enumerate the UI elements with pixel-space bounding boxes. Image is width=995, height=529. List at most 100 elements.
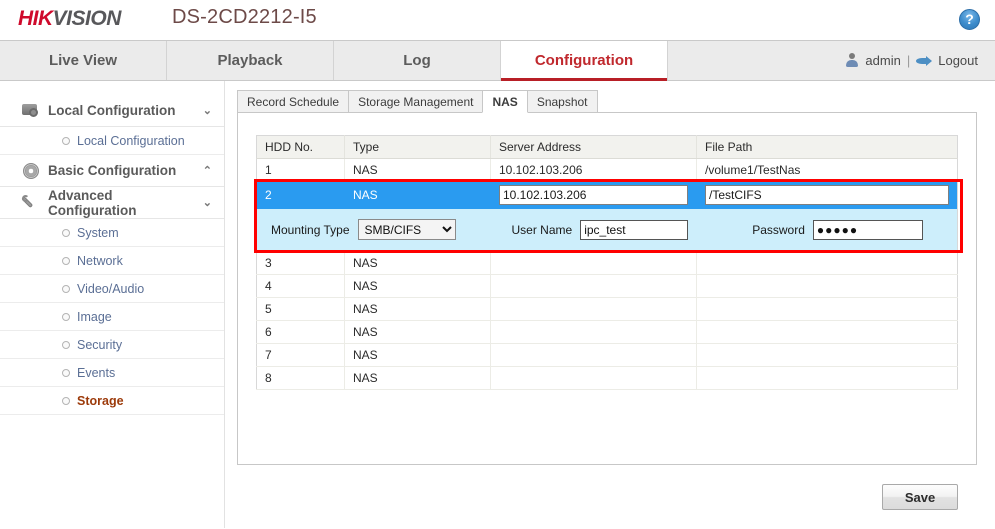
nav-tab-label: Playback: [217, 52, 283, 69]
table-row[interactable]: 4 NAS: [256, 274, 958, 298]
cell-type: NAS: [344, 366, 491, 390]
nav-tab-playback[interactable]: Playback: [167, 41, 334, 80]
cell-server-address: [490, 320, 697, 344]
nas-table: HDD No. Type Server Address File Path 1N…: [256, 135, 958, 390]
nav-tab-live-view[interactable]: Live View: [0, 41, 167, 80]
sidebar-item-video-audio[interactable]: Video/Audio: [0, 275, 224, 303]
cell-server-address[interactable]: [490, 181, 697, 209]
cell-hdd-no: 1: [256, 158, 345, 182]
page-body: Local Configuration ⌄ Local Configuration B…: [0, 81, 995, 528]
tab-label: Storage Management: [358, 94, 474, 109]
logout-link[interactable]: Logout: [938, 53, 978, 68]
bullet-icon: [62, 340, 70, 349]
nav-tab-label: Log: [403, 52, 431, 69]
tab-label: NAS: [492, 94, 518, 109]
mounting-type-select[interactable]: SMB/CIFSNFS: [357, 219, 456, 240]
cell-hdd-no: 3: [256, 251, 345, 275]
sidebar-item-label: Security: [77, 337, 123, 352]
nav-tab-label: Configuration: [534, 52, 634, 69]
bullet-icon: [62, 368, 70, 377]
tab-snapshot[interactable]: Snapshot: [526, 90, 598, 113]
table-header-row: HDD No. Type Server Address File Path: [256, 135, 958, 159]
cell-type: NAS: [344, 251, 491, 275]
device-model: DS-2CD2212-I5: [172, 6, 317, 28]
nav-tab-configuration[interactable]: Configuration: [501, 41, 668, 81]
sidebar-group-label: Basic Configuration: [48, 163, 177, 178]
sidebar-item-label: Image: [77, 309, 112, 324]
table-row[interactable]: 3 NAS: [256, 251, 958, 275]
current-user-label: admin: [865, 53, 901, 68]
chevron-down-icon[interactable]: ⌄: [203, 196, 212, 209]
help-icon[interactable]: ?: [959, 9, 980, 30]
user-name-label: User Name: [511, 222, 573, 237]
sidebar-group-local-configuration[interactable]: Local Configuration ⌄: [0, 95, 224, 127]
table-row-selected[interactable]: 2 NAS: [256, 181, 958, 209]
sidebar-item-image[interactable]: Image: [0, 303, 224, 331]
cell-type: NAS: [344, 274, 491, 298]
cell-server-address: [490, 251, 697, 275]
user-name-input[interactable]: [580, 219, 689, 240]
sidebar-item-security[interactable]: Security: [0, 331, 224, 359]
gear-icon: [22, 162, 40, 180]
table-row[interactable]: 6 NAS: [256, 320, 958, 344]
bullet-icon: [62, 396, 70, 405]
cell-type: NAS: [344, 158, 491, 182]
wrench-icon: [21, 194, 40, 212]
main-navigation: Live View Playback Log Configuration admin …: [0, 40, 995, 81]
cell-file-path[interactable]: [696, 181, 958, 209]
table-row[interactable]: 1 NAS 10.102.103.206/volume1/TestNas: [256, 158, 958, 182]
col-header-file-path: File Path: [696, 135, 958, 159]
tab-record-schedule[interactable]: Record Schedule: [237, 90, 350, 113]
tab-nas[interactable]: NAS: [482, 90, 528, 113]
table-row[interactable]: 8 NAS: [256, 366, 958, 390]
tab-storage-management[interactable]: Storage Management: [348, 90, 484, 113]
sidebar-group-label: Local Configuration: [48, 103, 176, 118]
sidebar-group-basic-configuration[interactable]: Basic Configuration ⌃: [0, 155, 224, 187]
nav-tab-log[interactable]: Log: [334, 41, 501, 80]
table-row[interactable]: 7 NAS: [256, 343, 958, 367]
sidebar: Local Configuration ⌄ Local Configuration B…: [0, 81, 225, 528]
col-header-server-address: Server Address: [490, 135, 697, 159]
sidebar-item-events[interactable]: Events: [0, 359, 224, 387]
sidebar-item-label: Video/Audio: [77, 281, 145, 296]
sidebar-item-label: Local Configuration: [77, 133, 185, 148]
logout-icon[interactable]: [916, 55, 933, 67]
bullet-icon: [62, 284, 70, 293]
server-address-input[interactable]: [499, 185, 688, 206]
cell-hdd-no: 6: [256, 320, 345, 344]
logo-hik-text: HIK: [18, 7, 53, 30]
col-header-type: Type: [344, 135, 491, 159]
table-row[interactable]: 5 NAS: [256, 297, 958, 321]
cell-server-address: [490, 274, 697, 298]
sidebar-group-label: Advanced Configuration: [48, 187, 137, 218]
tab-label: Record Schedule: [247, 94, 340, 109]
sidebar-item-network[interactable]: Network: [0, 247, 224, 275]
chevron-up-icon[interactable]: ⌃: [203, 164, 212, 177]
file-path-input[interactable]: [705, 185, 949, 206]
sidebar-item-local-configuration[interactable]: Local Configuration: [0, 127, 224, 155]
sidebar-item-label: Storage: [77, 393, 124, 408]
chevron-down-icon[interactable]: ⌄: [203, 104, 212, 117]
password-input[interactable]: [812, 219, 923, 240]
cell-type: NAS: [344, 343, 491, 367]
cell-hdd-no: 4: [256, 274, 345, 298]
nav-tab-label: Live View: [48, 52, 118, 69]
nas-table-body: 1NAS10.102.103.206/volume1/TestNas2NASMo…: [256, 158, 958, 390]
sidebar-item-label: Events: [77, 365, 116, 380]
user-avatar-icon: [845, 53, 859, 68]
nav-separator: |: [906, 53, 911, 68]
cell-file-path: /volume1/TestNas: [696, 158, 958, 182]
hikvision-logo: HIKVISION: [18, 7, 121, 31]
cell-hdd-no: 5: [256, 297, 345, 321]
nas-edit-form: Mounting Type SMB/CIFSNFS User Name Passwor…: [257, 209, 957, 251]
sidebar-item-system[interactable]: System: [0, 219, 224, 247]
col-header-hdd-no: HDD No.: [256, 135, 345, 159]
sidebar-item-storage[interactable]: Storage: [0, 387, 224, 415]
app-header: HIKVISION DS-2CD2212-I5 ?: [0, 0, 995, 40]
nas-table-head: HDD No. Type Server Address File Path: [256, 135, 958, 159]
sidebar-group-advanced-configuration[interactable]: Advanced Configuration ⌄: [0, 187, 224, 219]
cell-file-path: [696, 251, 958, 275]
save-button[interactable]: Save: [882, 484, 958, 510]
cell-hdd-no: 8: [256, 366, 345, 390]
sidebar-item-label: Network: [77, 253, 123, 268]
